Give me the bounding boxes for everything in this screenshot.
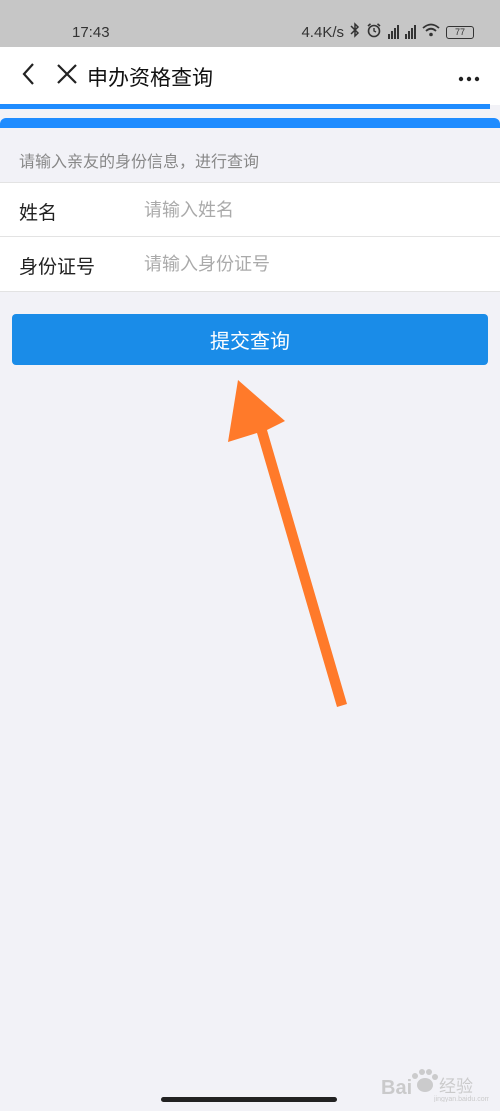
id-number-input[interactable] <box>144 247 474 281</box>
home-indicator[interactable] <box>161 1097 337 1102</box>
status-bar: 17:43 4.4K/s 77 <box>0 0 500 47</box>
svg-text:Bai: Bai <box>381 1077 412 1099</box>
id-number-label: 身份证号 <box>19 256 96 278</box>
id-number-row: 身份证号 <box>0 237 500 290</box>
net-speed: 4.4K/s <box>301 23 344 41</box>
back-button[interactable] <box>12 59 46 93</box>
signal-icon <box>405 25 416 39</box>
more-icon <box>458 67 480 86</box>
name-label: 姓名 <box>19 202 58 224</box>
bluetooth-icon <box>350 22 360 42</box>
battery-icon: 77 <box>446 25 474 39</box>
arrow-shape <box>228 380 347 707</box>
close-button[interactable] <box>50 59 84 93</box>
name-input[interactable] <box>144 193 474 227</box>
wifi-icon <box>422 23 440 41</box>
svg-text:经验: 经验 <box>439 1077 473 1097</box>
name-row: 姓名 <box>0 183 500 237</box>
form-hint-text: 请输入亲友的身份信息，进行查询 <box>19 152 260 171</box>
status-icons: 4.4K/s 77 <box>301 22 474 42</box>
alarm-icon <box>366 22 382 42</box>
svg-text:jingyan.baidu.com: jingyan.baidu.com <box>433 1096 489 1102</box>
form-hint: 请输入亲友的身份信息，进行查询 <box>0 128 500 182</box>
submit-query-button[interactable]: 提交查询 <box>12 314 488 365</box>
query-form: 姓名 身份证号 <box>0 182 500 292</box>
section-header-bar <box>0 118 500 128</box>
app-header: 申办资格查询 <box>0 47 500 105</box>
page-title: 申办资格查询 <box>87 66 213 90</box>
chevron-left-icon <box>21 62 37 90</box>
baidu-jingyan-watermark: Bai 经验 jingyan.baidu.com <box>381 1069 489 1102</box>
more-button[interactable] <box>452 59 486 93</box>
signal-icon <box>388 25 399 39</box>
close-icon <box>56 63 78 89</box>
status-time: 17:43 <box>72 24 110 41</box>
loading-progress-bar <box>0 104 490 109</box>
